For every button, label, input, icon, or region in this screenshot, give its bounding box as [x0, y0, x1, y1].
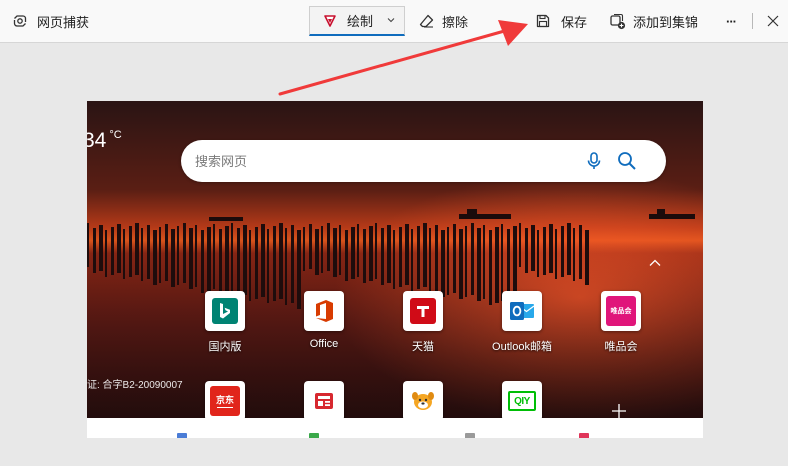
quick-link-outlook[interactable]: Outlook邮箱 [486, 291, 558, 354]
vip-icon: 唯品会 [601, 291, 641, 331]
web-capture-title: 网页捕获 [12, 0, 89, 42]
quick-link-news[interactable] [288, 381, 360, 421]
quick-link-tmall[interactable]: 天猫 [387, 291, 459, 354]
search-input[interactable] [195, 150, 575, 172]
quick-link-iqiyi[interactable]: QIY [486, 381, 558, 421]
iqiyi-logo-text: QIY [514, 395, 530, 407]
footer-icon-peek [465, 433, 475, 438]
chevron-up-icon[interactable] [648, 255, 662, 273]
close-icon [767, 15, 779, 27]
license-text: 证: 合字B2-20090007 [87, 380, 183, 391]
outlook-icon [502, 291, 542, 331]
web-capture-icon [12, 13, 28, 29]
quick-link-label: 天猫 [412, 341, 434, 353]
quick-link-vip[interactable]: 唯品会 唯品会 [585, 291, 657, 354]
annotation-arrow [278, 20, 528, 96]
iqiyi-icon: QIY [502, 381, 542, 421]
quick-link-jd[interactable]: 京东 [189, 381, 261, 421]
quick-link-dog[interactable] [387, 381, 459, 421]
weather-temperature: 34 [87, 129, 107, 152]
quick-link-bing[interactable]: 国内版 [189, 291, 261, 354]
dog-icon [403, 381, 443, 421]
save-label: 保存 [561, 14, 588, 30]
add-to-collections-label: 添加到集锦 [633, 14, 699, 30]
more-label: ··· [726, 13, 737, 29]
quick-link-label: 唯品会 [604, 341, 638, 353]
quick-link-label: 国内版 [208, 341, 242, 353]
news-icon [304, 381, 344, 421]
weather-unit: °C [109, 129, 122, 141]
close-button[interactable] [766, 0, 780, 42]
save-button[interactable]: 保存 [535, 0, 587, 42]
microphone-icon[interactable] [584, 151, 604, 176]
captured-page-area[interactable]: 34°C 国内版 Office 天猫 [87, 101, 703, 438]
search-box[interactable] [181, 140, 666, 182]
tmall-icon [403, 291, 443, 331]
jd-icon: 京东 [205, 381, 245, 421]
office-icon [304, 291, 344, 331]
weather-widget[interactable]: 34 °C [87, 129, 122, 153]
jd-logo-text: 京东 [215, 394, 234, 405]
bing-icon [205, 291, 245, 331]
footer-icon-peek [177, 433, 187, 438]
search-icon[interactable] [617, 151, 637, 176]
more-options-button[interactable]: ··· [720, 0, 742, 42]
add-to-collections-button[interactable]: 添加到集锦 [609, 0, 698, 42]
footer-icon-peek [579, 433, 589, 438]
quick-link-office[interactable]: Office [288, 291, 360, 350]
quick-link-label: Office [309, 338, 339, 350]
toolbar-divider [752, 13, 753, 29]
web-capture-title-text: 网页捕获 [37, 14, 90, 30]
collections-add-icon [609, 13, 626, 30]
footer-icon-peek [309, 433, 319, 438]
quick-link-label: Outlook邮箱 [492, 341, 552, 353]
